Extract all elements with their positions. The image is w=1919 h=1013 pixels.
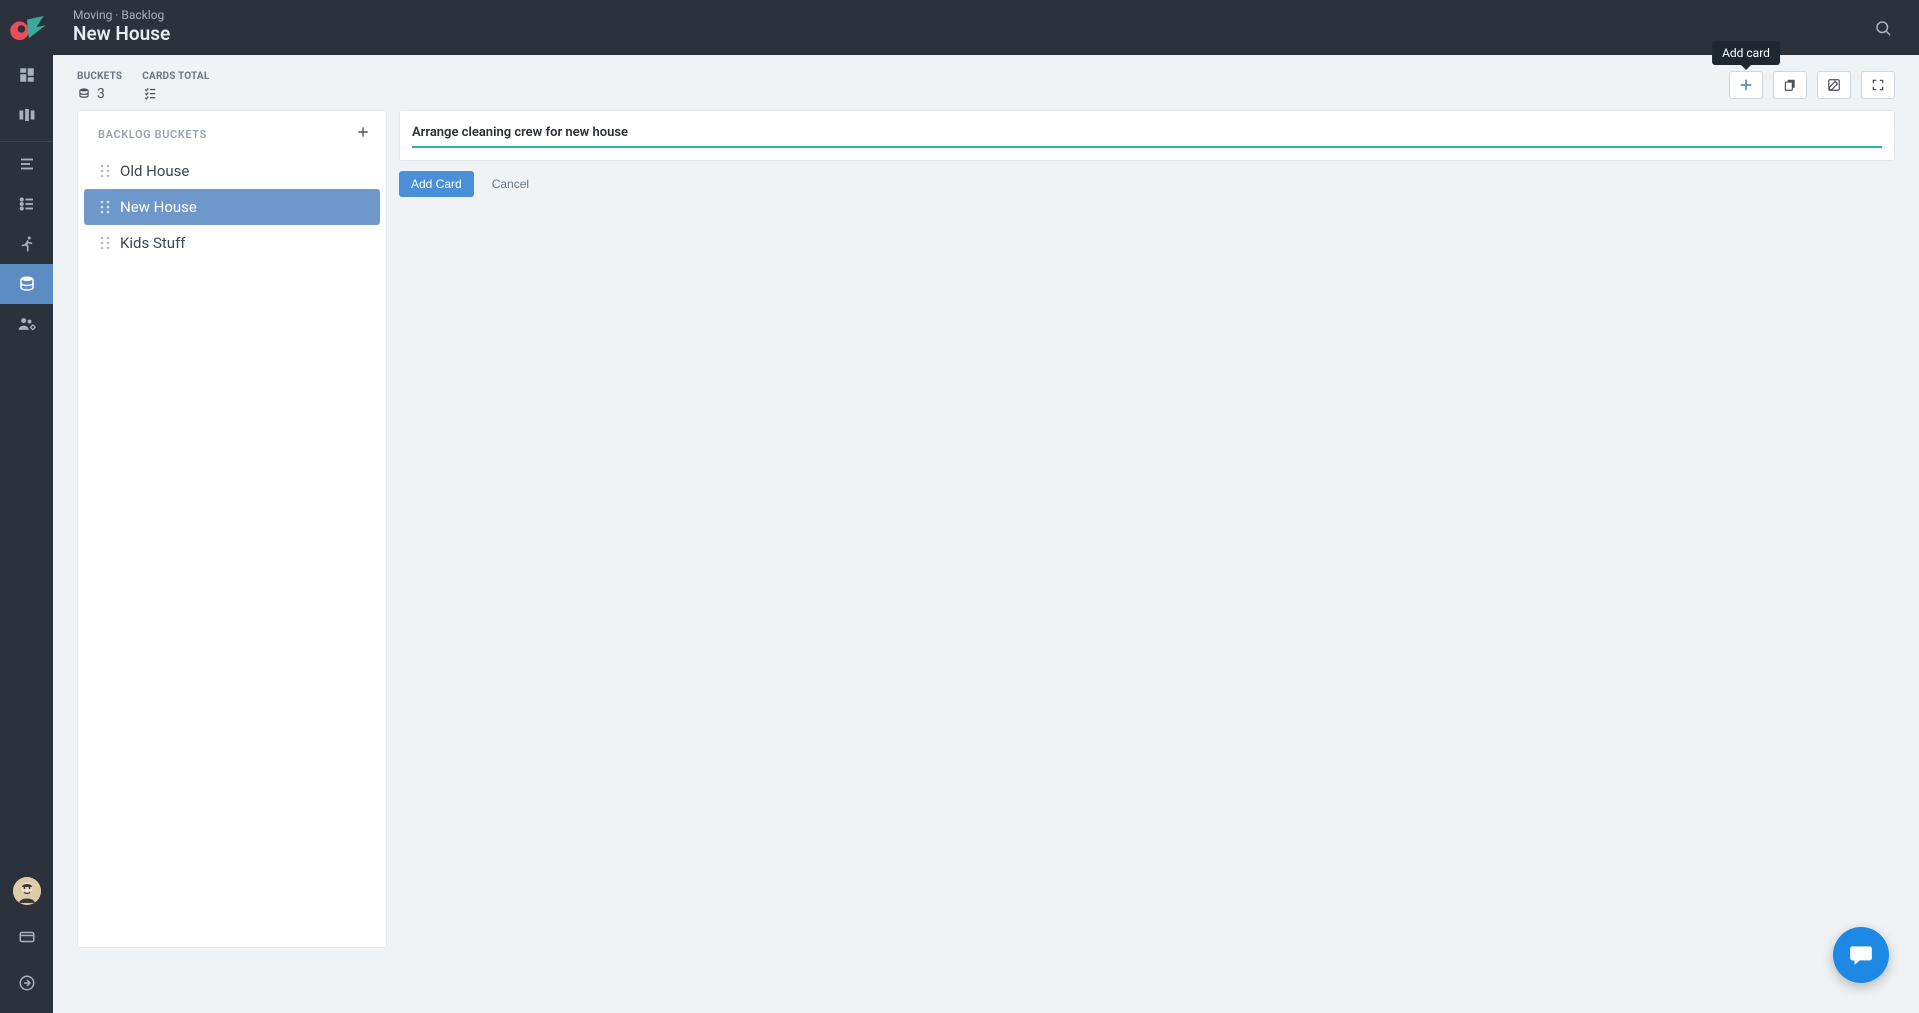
- database-icon: [18, 275, 36, 293]
- columns: BACKLOG BUCKETS Old House: [53, 110, 1919, 1013]
- copy-icon: [1783, 78, 1797, 92]
- grip-icon: [100, 236, 110, 250]
- user-avatar[interactable]: [13, 877, 41, 905]
- add-bucket-button[interactable]: [356, 125, 370, 143]
- columns-icon: [18, 106, 36, 124]
- bucket-item-label: Old House: [120, 162, 189, 180]
- fullscreen-button[interactable]: [1861, 71, 1895, 99]
- nav-logout[interactable]: [0, 963, 53, 1003]
- tooltip-add-card: Add card: [1712, 41, 1780, 65]
- nav-billing[interactable]: [0, 917, 53, 957]
- content-area: BUCKETS 3 CARDS TOTAL: [53, 55, 1919, 1013]
- bucket-item-kids-stuff[interactable]: Kids Stuff: [84, 225, 380, 261]
- card-input-container: [399, 110, 1895, 161]
- left-nav: [0, 55, 53, 1013]
- app-header: Moving · Backlog New House: [0, 0, 1919, 55]
- lines-icon: [18, 155, 36, 173]
- exit-icon: [18, 974, 36, 992]
- search-icon: [1874, 19, 1892, 37]
- stat-buckets: BUCKETS 3: [77, 71, 122, 102]
- add-card-submit[interactable]: Add Card: [399, 171, 474, 197]
- card-actions: Add Card Cancel: [399, 171, 1895, 197]
- fullscreen-icon: [1871, 78, 1885, 92]
- card-icon: [18, 928, 36, 946]
- bucket-panel-header: BACKLOG BUCKETS: [78, 111, 386, 153]
- search-button[interactable]: [1867, 12, 1899, 44]
- card-title-input[interactable]: [412, 121, 1882, 148]
- stat-buckets-count: 3: [97, 86, 105, 102]
- rail-bottom: [0, 869, 53, 1013]
- card-create-panel: Add Card Cancel: [399, 110, 1895, 197]
- edit-icon: [1827, 78, 1841, 92]
- chat-fab[interactable]: [1833, 927, 1889, 983]
- bucket-section-label: BACKLOG BUCKETS: [98, 128, 207, 141]
- app-logo[interactable]: [0, 0, 53, 55]
- stat-cards: CARDS TOTAL: [142, 71, 209, 100]
- plus-icon: [1739, 78, 1753, 92]
- grip-icon: [100, 200, 110, 214]
- stat-buckets-label: BUCKETS: [77, 71, 122, 82]
- list-icon: [18, 195, 36, 213]
- nav-boards[interactable]: [0, 95, 53, 135]
- copy-button[interactable]: [1773, 71, 1807, 99]
- nav-backlog[interactable]: [0, 264, 53, 304]
- bucket-list: Old House New House Kids Stuff: [78, 153, 386, 273]
- running-icon: [18, 235, 36, 253]
- bucket-item-new-house[interactable]: New House: [84, 189, 380, 225]
- checklist-icon: [142, 86, 158, 100]
- grip-icon: [100, 164, 110, 178]
- grid-icon: [18, 66, 36, 84]
- nav-lines[interactable]: [0, 144, 53, 184]
- add-card-button[interactable]: [1729, 71, 1763, 99]
- stat-buckets-value: 3: [77, 86, 122, 102]
- bucket-item-label: Kids Stuff: [120, 234, 186, 252]
- breadcrumb: Moving · Backlog: [73, 8, 170, 22]
- edit-button[interactable]: [1817, 71, 1851, 99]
- nav-list[interactable]: [0, 184, 53, 224]
- page-title: New House: [73, 22, 170, 47]
- people-gear-icon: [17, 314, 37, 334]
- stat-cards-value: [142, 86, 209, 100]
- header-titles: Moving · Backlog New House: [53, 8, 170, 47]
- database-icon: [77, 87, 91, 101]
- cancel-button[interactable]: Cancel: [488, 171, 533, 197]
- stats-row: BUCKETS 3 CARDS TOTAL: [53, 55, 1919, 110]
- toolbar: Add card: [1729, 71, 1895, 99]
- nav-dashboard[interactable]: [0, 55, 53, 95]
- chat-icon: [1848, 942, 1874, 968]
- bucket-item-old-house[interactable]: Old House: [84, 153, 380, 189]
- stat-cards-label: CARDS TOTAL: [142, 71, 209, 82]
- avatar-icon: [13, 877, 41, 905]
- plus-icon: [356, 125, 370, 139]
- nav-activity[interactable]: [0, 224, 53, 264]
- bucket-item-label: New House: [120, 198, 197, 216]
- nav-team[interactable]: [0, 304, 53, 344]
- bucket-panel: BACKLOG BUCKETS Old House: [77, 110, 387, 948]
- logo-icon: [8, 14, 46, 42]
